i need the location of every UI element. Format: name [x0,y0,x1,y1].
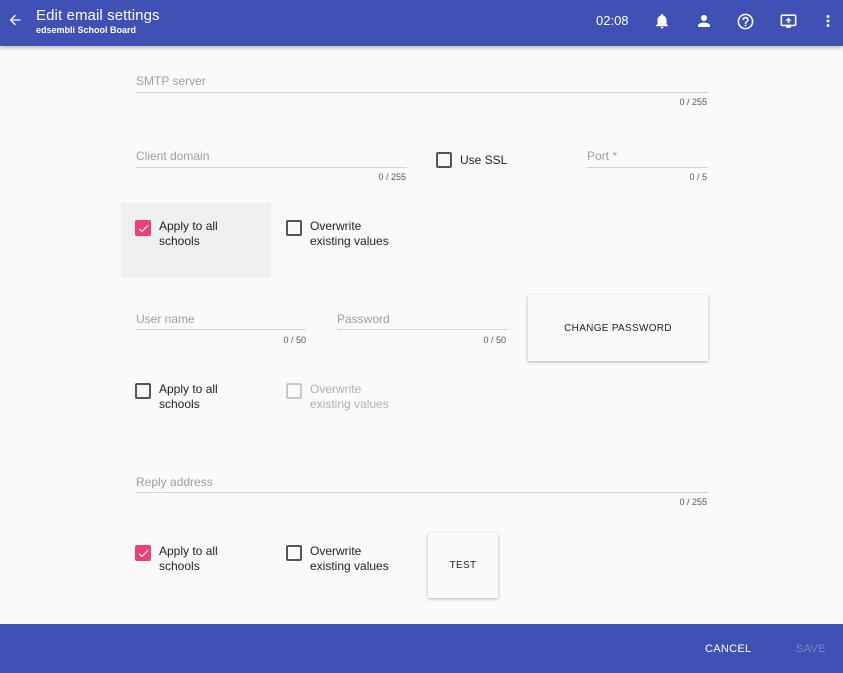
group3-apply-checkbox[interactable]: Apply to all schools [135,544,218,574]
page-subtitle: edsembli School Board [36,25,137,35]
reply-address-counter: 0 / 255 [679,497,707,507]
change-password-button[interactable]: CHANGE PASSWORD [528,295,708,361]
account-button[interactable] [694,11,714,31]
app-bar: Edit email settings edsembli School Boar… [0,0,843,46]
group2-apply-label: Apply to all schools [159,382,218,412]
smtp-server-counter: 0 / 255 [679,97,707,107]
back-button[interactable] [4,9,26,31]
group3-overwrite-line1: Overwrite [310,544,362,558]
group2-apply-box [135,383,151,399]
group2-apply-line2: schools [159,397,200,411]
page-title: Edit email settings [36,7,160,24]
group1-overwrite-label: Overwrite existing values [310,219,389,249]
group2-overwrite-box [286,383,302,399]
group3-overwrite-line2: existing values [310,559,389,573]
more-vert-icon [826,15,830,27]
check-icon [138,549,148,557]
help-circle-icon [737,13,753,29]
group3-apply-box [135,545,151,561]
reply-address-underline [136,492,708,493]
arrow-left-icon [9,14,21,26]
bell-icon [656,13,668,29]
password-counter: 0 / 50 [483,335,506,345]
password-underline [337,329,507,330]
port-underline [587,167,708,168]
password-field[interactable]: Password [337,312,507,330]
username-placeholder: User name [136,312,195,326]
smtp-server-field[interactable]: SMTP server [136,74,708,93]
group2-apply-line1: Apply to all [159,382,218,396]
group2-apply-checkbox[interactable]: Apply to all schools [135,382,218,412]
reply-address-field[interactable]: Reply address [136,475,708,493]
client-domain-placeholder: Client domain [136,149,210,163]
password-placeholder: Password [337,312,390,326]
group1-apply-line2: schools [159,234,200,248]
group3-apply-line2: schools [159,559,200,573]
group2-overwrite-line2: existing values [310,397,389,411]
group3-overwrite-checkbox[interactable]: Overwrite existing values [286,544,389,574]
port-placeholder: Port * [587,149,618,163]
group1-apply-label: Apply to all schools [159,219,218,249]
group1-overwrite-line1: Overwrite [310,219,362,233]
group1-overwrite-box [286,220,302,236]
username-field[interactable]: User name [136,312,306,330]
username-underline [136,329,306,330]
group2-overwrite-checkbox: Overwrite existing values [286,382,389,412]
test-button[interactable]: TEST [428,533,498,598]
clock-time: 02:08 [596,13,629,28]
group1-overwrite-line2: existing values [310,234,389,248]
smtp-server-placeholder: SMTP server [136,74,206,88]
use-ssl-checkbox[interactable]: Use SSL [436,151,507,168]
notifications-button[interactable] [652,11,672,31]
port-field[interactable]: Port * [587,149,708,168]
person-icon [698,15,710,27]
smtp-server-underline [136,92,708,93]
group1-apply-line1: Apply to all [159,219,218,233]
client-domain-underline [136,167,407,168]
footer-bar: CANCEL SAVE [0,624,843,673]
screen-share-button[interactable] [778,11,798,31]
client-domain-field[interactable]: Client domain [136,149,407,168]
check-icon [138,224,148,232]
cancel-button[interactable]: CANCEL [705,643,751,655]
username-counter: 0 / 50 [283,335,306,345]
monitor-icon [780,13,796,28]
use-ssl-label: Use SSL [460,153,508,167]
group3-overwrite-label: Overwrite existing values [310,544,389,574]
group1-overwrite-checkbox[interactable]: Overwrite existing values [286,219,389,249]
group3-apply-label: Apply to all schools [159,544,218,574]
help-button[interactable] [735,11,755,31]
group2-overwrite-label: Overwrite existing values [310,382,389,412]
reply-address-placeholder: Reply address [136,475,213,489]
save-button[interactable]: SAVE [796,643,826,655]
group2-overwrite-line1: Overwrite [310,382,362,396]
port-counter: 0 / 5 [689,172,707,182]
more-menu-button[interactable] [818,11,838,31]
group1-apply-box [135,220,151,236]
client-domain-counter: 0 / 255 [378,172,406,182]
group3-overwrite-box [286,545,302,561]
group1-apply-checkbox[interactable]: Apply to all schools [135,219,218,249]
group3-apply-line1: Apply to all [159,544,218,558]
use-ssl-box [436,152,452,168]
